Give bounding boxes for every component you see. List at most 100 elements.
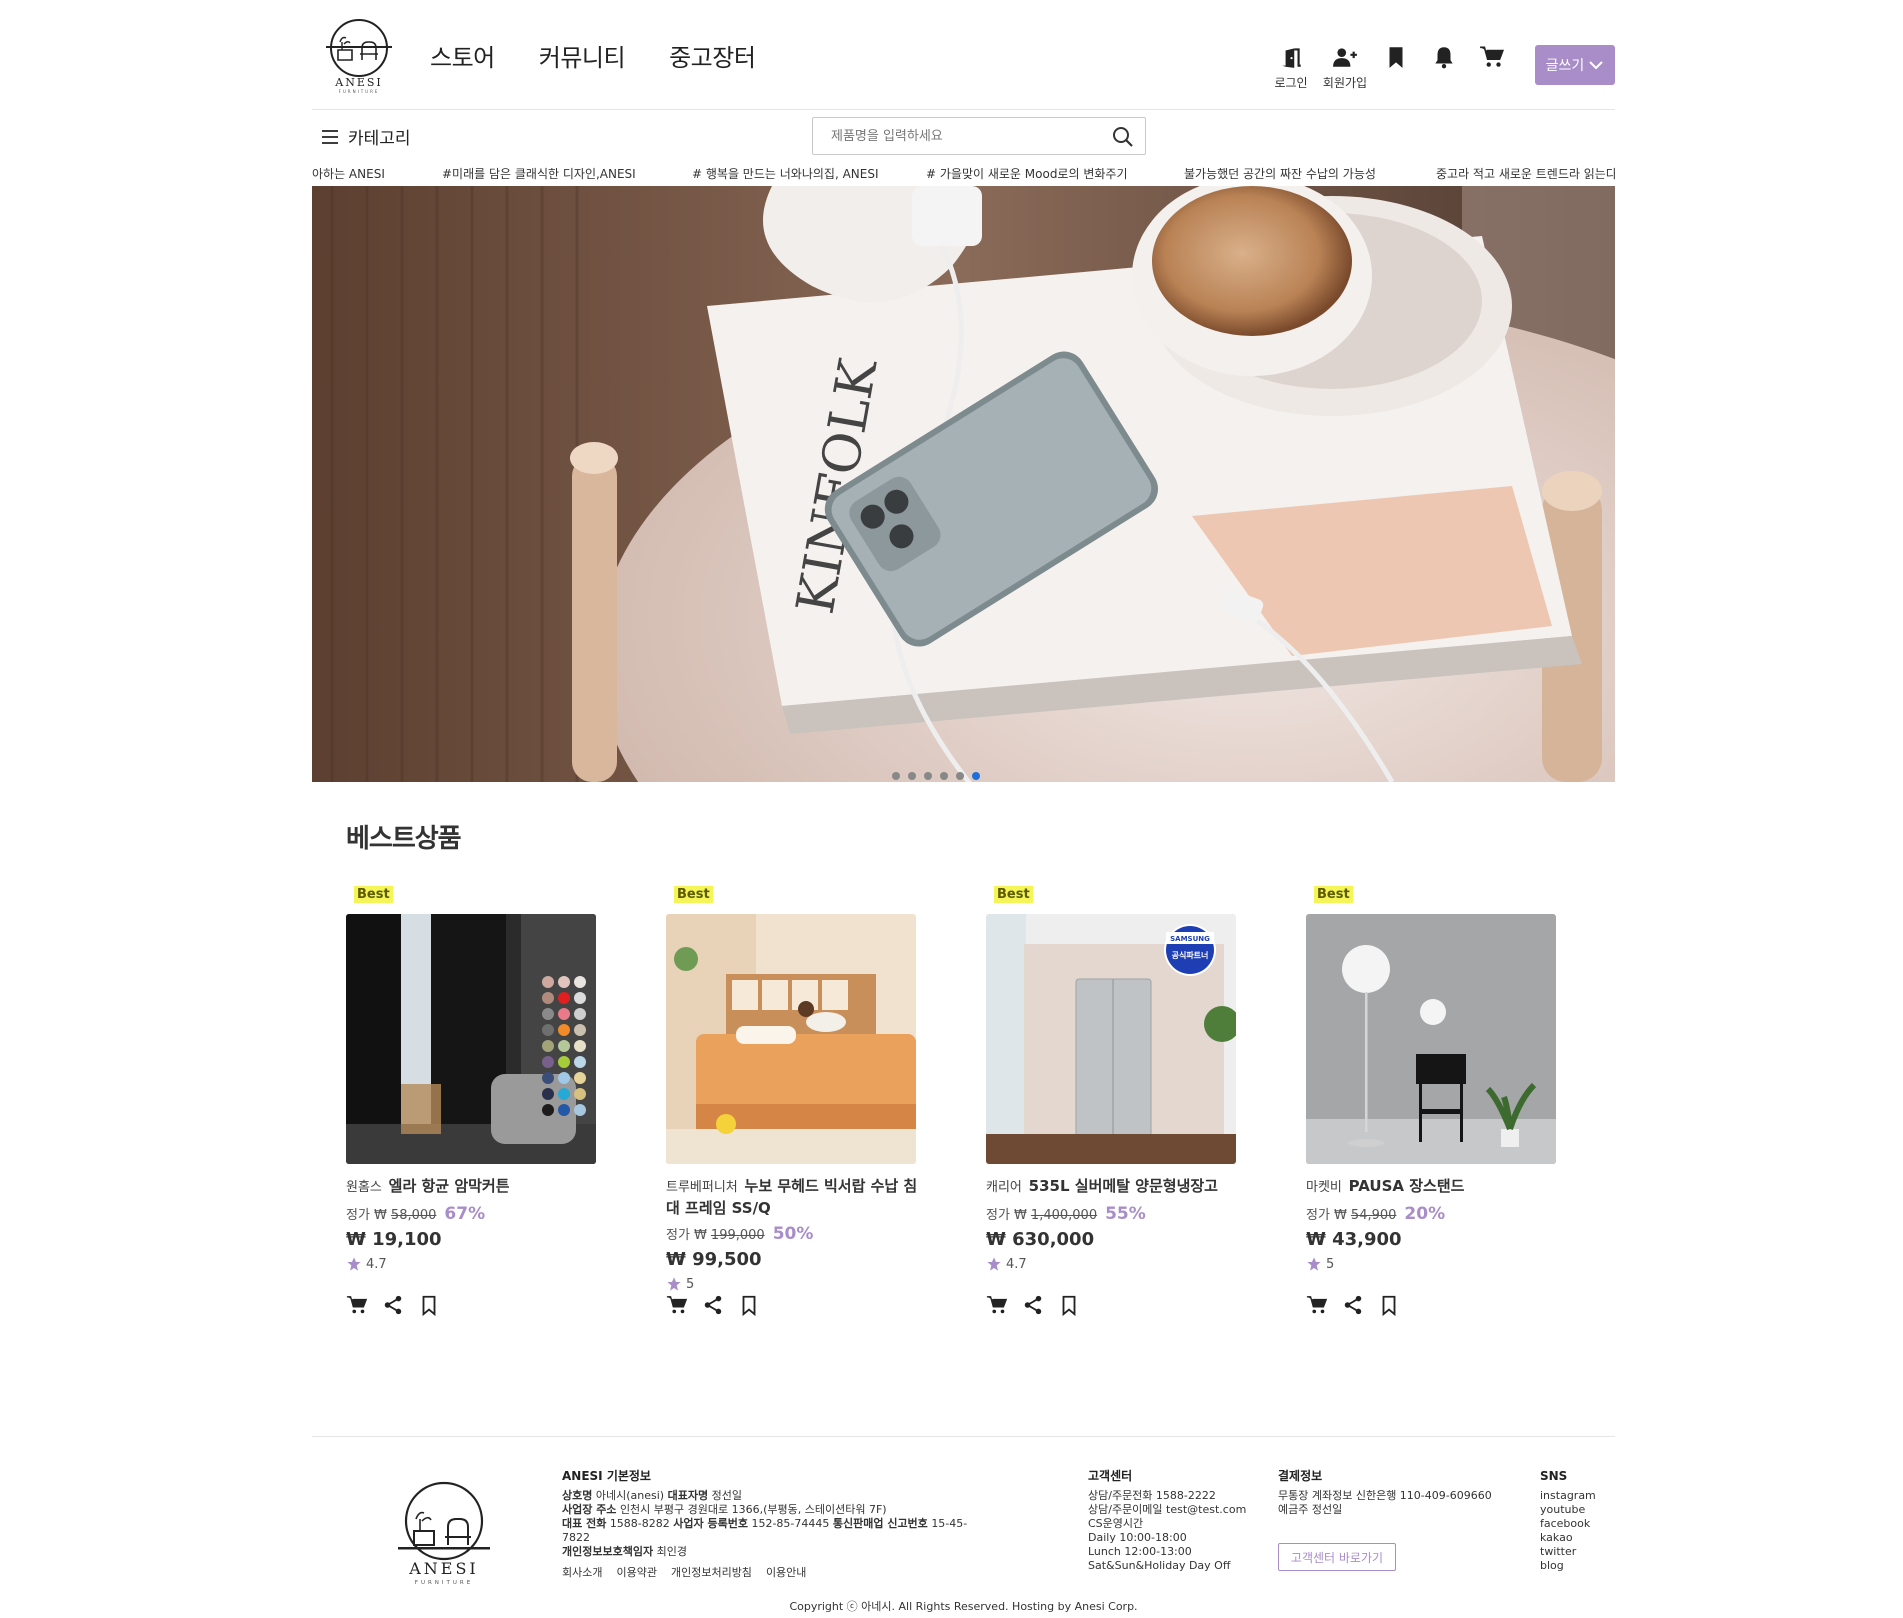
sale-price: ₩ 630,000 bbox=[986, 1229, 1095, 1250]
product-name[interactable]: 마켓비 PAUSA 장스탠드 bbox=[1306, 1176, 1566, 1198]
login-button[interactable]: 로그인 bbox=[1271, 44, 1311, 91]
product-name[interactable]: 트루베퍼니처 누보 무헤드 빅서랍 수납 침대 프레임 SS/Q bbox=[666, 1176, 926, 1218]
hero-carousel[interactable]: KINFOLK bbox=[312, 186, 1615, 782]
star-icon bbox=[987, 1257, 1001, 1271]
cart-icon[interactable] bbox=[986, 1294, 1008, 1316]
bookmark-button[interactable] bbox=[1379, 44, 1413, 70]
ticker-item[interactable]: # 가을맞이 새로운 Mood로의 변화주기 bbox=[926, 165, 1128, 182]
site-header: ANESI FURNITURE 스토어 커뮤니티 중고장터 로그인 회원가입 글… bbox=[312, 0, 1615, 110]
bookmark-icon[interactable] bbox=[738, 1294, 760, 1316]
carousel-dot[interactable] bbox=[939, 772, 948, 780]
anesi-logo[interactable]: ANESI FURNITURE bbox=[318, 14, 400, 96]
share-icon[interactable] bbox=[702, 1294, 724, 1316]
add-user-icon bbox=[1333, 48, 1357, 67]
product-brand: 트루베퍼니처 bbox=[666, 1180, 738, 1195]
sale-price: ₩ 43,900 bbox=[1306, 1229, 1402, 1250]
nav-item-store[interactable]: 스토어 bbox=[430, 38, 495, 73]
product-image[interactable] bbox=[1306, 914, 1556, 1164]
product-image[interactable] bbox=[666, 914, 916, 1164]
sns-link-facebook[interactable]: facebook bbox=[1540, 1517, 1610, 1531]
write-label: 글쓰기 bbox=[1545, 58, 1585, 74]
bookmark-icon[interactable] bbox=[418, 1294, 440, 1316]
share-icon[interactable] bbox=[1022, 1294, 1044, 1316]
footer-link-terms[interactable]: 이용약관 bbox=[616, 1564, 656, 1580]
product-name[interactable]: 원홈스 엘라 항균 암막커튼 bbox=[346, 1176, 606, 1198]
svg-text:공식파트너: 공식파트너 bbox=[1172, 950, 1209, 960]
footer-logo-icon[interactable]: ANESI FURNITURE bbox=[388, 1473, 500, 1589]
carousel-dot[interactable] bbox=[891, 772, 900, 780]
best-section-title: 베스트상품 bbox=[346, 824, 462, 854]
bell-icon bbox=[1435, 47, 1453, 69]
hashtag-ticker: 아하는 ANESI #미래를 담은 클래식한 디자인,ANESI # 행복을 만… bbox=[312, 163, 1615, 185]
sns-link-instagram[interactable]: instagram bbox=[1540, 1489, 1610, 1503]
svg-text:SAMSUNG: SAMSUNG bbox=[1170, 935, 1210, 943]
card-actions bbox=[986, 1294, 1080, 1316]
floor-lamp-product-image bbox=[1306, 914, 1556, 1164]
signup-button[interactable]: 회원가입 bbox=[1323, 44, 1367, 91]
ticker-item[interactable]: #미래를 담은 클래식한 디자인,ANESI bbox=[442, 165, 636, 182]
ticker-item[interactable]: 불가능했던 공간의 짜잔 수납의 가능성 bbox=[1184, 165, 1376, 182]
sns-link-youtube[interactable]: youtube bbox=[1540, 1503, 1610, 1517]
ticker-item[interactable]: 중고라 적고 새로운 트렌드라 읽는다 bbox=[1436, 165, 1615, 182]
footer-link-about[interactable]: 회사소개 bbox=[562, 1564, 602, 1580]
cs-line: Lunch 12:00-13:00 bbox=[1088, 1545, 1192, 1558]
share-icon[interactable] bbox=[1342, 1294, 1364, 1316]
sns-link-kakao[interactable]: kakao bbox=[1540, 1531, 1610, 1545]
cart-button[interactable] bbox=[1475, 44, 1509, 70]
info-line: 대표 전화 1588-8282 사업자 등록번호 152-85-74445 통신… bbox=[562, 1517, 968, 1544]
sale-price: ₩ 99,500 bbox=[666, 1249, 762, 1270]
cart-icon[interactable] bbox=[346, 1294, 368, 1316]
product-title: PAUSA 장스탠드 bbox=[1348, 1177, 1465, 1195]
star-icon bbox=[347, 1257, 361, 1271]
star-icon bbox=[1307, 1257, 1321, 1271]
carousel-dot-active[interactable] bbox=[971, 772, 980, 780]
login-label: 로그인 bbox=[1274, 76, 1308, 90]
rating: 5 bbox=[666, 1276, 694, 1292]
sns-link-blog[interactable]: blog bbox=[1540, 1559, 1610, 1573]
nav-item-market[interactable]: 중고장터 bbox=[669, 38, 756, 73]
footer-link-privacy[interactable]: 개인정보처리방침 bbox=[671, 1564, 752, 1580]
cart-icon[interactable] bbox=[1306, 1294, 1328, 1316]
sale-price: ₩ 19,100 bbox=[346, 1229, 442, 1250]
bed-product-image bbox=[666, 914, 916, 1164]
nav-item-community[interactable]: 커뮤니티 bbox=[539, 38, 626, 73]
ticker-item[interactable]: # 행복을 만드는 너와나의집, ANESI bbox=[692, 165, 879, 182]
main-nav: 스토어 커뮤니티 중고장터 bbox=[430, 38, 756, 73]
company-info-title: ANESI 기본정보 bbox=[562, 1469, 651, 1483]
curtain-product-image bbox=[346, 914, 596, 1164]
carousel-dot[interactable] bbox=[923, 772, 932, 780]
category-button[interactable]: 카테고리 bbox=[320, 124, 411, 149]
info-line: 사업장 주소 인천시 부평구 경원대로 1366,(부평동, 스테이션타워 7F… bbox=[562, 1503, 887, 1516]
notification-button[interactable] bbox=[1427, 44, 1461, 70]
cs-line: Sat&Sun&Holiday Day Off bbox=[1088, 1559, 1231, 1572]
chevron-down-icon bbox=[1589, 61, 1604, 70]
cart-icon bbox=[1480, 46, 1505, 67]
footer-link-guide[interactable]: 이용안내 bbox=[766, 1564, 806, 1580]
share-icon[interactable] bbox=[382, 1294, 404, 1316]
product-image[interactable]: SAMSUNG 공식파트너 bbox=[986, 914, 1236, 1164]
bookmark-icon[interactable] bbox=[1058, 1294, 1080, 1316]
price-label: 정가 ₩ bbox=[986, 1208, 1027, 1223]
product-name[interactable]: 캐리어 535L 실버메탈 양문형냉장고 bbox=[986, 1176, 1246, 1198]
payment-info: 결제정보 무통장 계좌정보 신한은행 110-409-609660 예금주 정선… bbox=[1278, 1469, 1528, 1517]
bookmark-icon bbox=[1389, 47, 1403, 68]
carousel-dot[interactable] bbox=[955, 772, 964, 780]
write-button[interactable]: 글쓰기 bbox=[1535, 45, 1615, 85]
rating-value: 5 bbox=[1326, 1256, 1335, 1272]
search-input[interactable] bbox=[813, 118, 1103, 154]
copyright: Copyright ⓒ 아네시. All Rights Reserved. Ho… bbox=[789, 1600, 1138, 1613]
cart-icon[interactable] bbox=[666, 1294, 688, 1316]
product-brand: 원홈스 bbox=[346, 1180, 382, 1195]
ticker-item[interactable]: 아하는 ANESI bbox=[312, 165, 385, 182]
product-brand: 마켓비 bbox=[1306, 1180, 1342, 1195]
discount-rate: 67% bbox=[444, 1204, 486, 1224]
best-badge: Best bbox=[1314, 886, 1353, 903]
product-brand: 캐리어 bbox=[986, 1180, 1022, 1195]
customer-center-button[interactable]: 고객센터 바로가기 bbox=[1278, 1543, 1396, 1571]
sns-link-twitter[interactable]: twitter bbox=[1540, 1545, 1610, 1559]
bookmark-icon[interactable] bbox=[1378, 1294, 1400, 1316]
search-icon[interactable] bbox=[1111, 125, 1135, 149]
sub-bar: 카테고리 bbox=[312, 110, 1615, 160]
carousel-dot[interactable] bbox=[907, 772, 916, 780]
product-image[interactable] bbox=[346, 914, 596, 1164]
